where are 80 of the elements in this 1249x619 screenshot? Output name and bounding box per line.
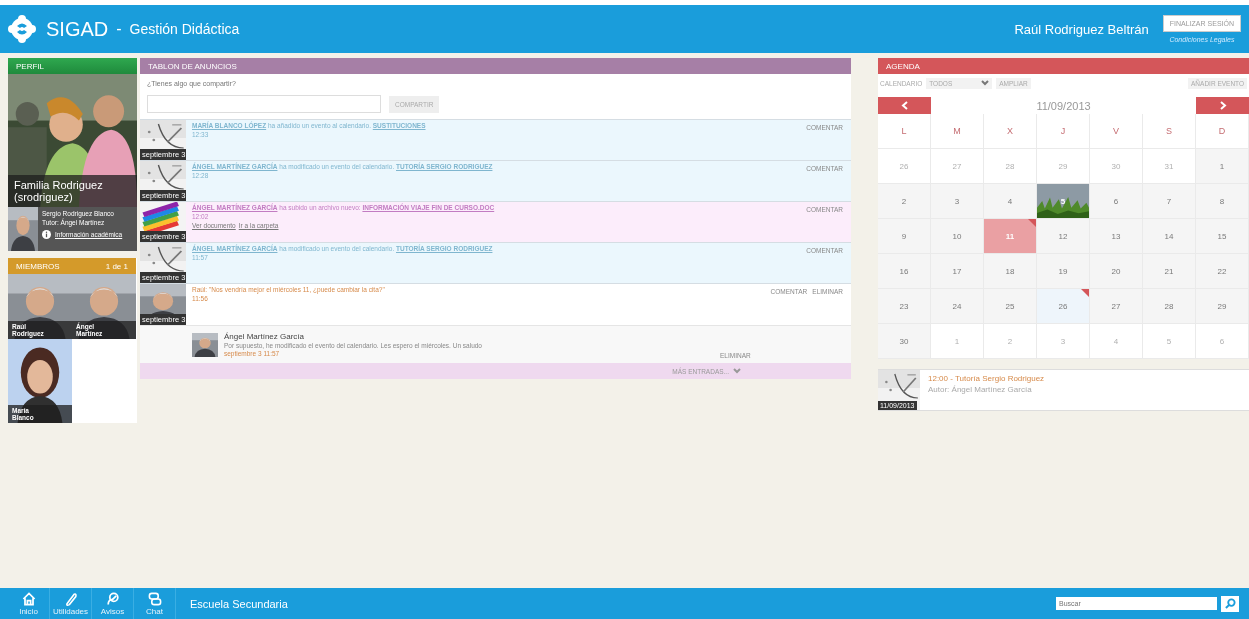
day-cell[interactable]: 4 xyxy=(1090,324,1143,359)
day-cell[interactable]: 14 xyxy=(1143,219,1196,254)
event-title: 12:00 - Tutoría Sergio Rodriguez xyxy=(928,374,1045,383)
day-cell[interactable]: 4 xyxy=(984,184,1037,219)
logo-icon xyxy=(8,15,36,43)
info-icon xyxy=(42,230,51,239)
weekday-label: L xyxy=(878,114,931,149)
nav-button[interactable]: Utilidades xyxy=(50,588,92,619)
day-cell[interactable]: 2 xyxy=(984,324,1037,359)
day-cell[interactable]: 11 xyxy=(984,219,1037,254)
chat-icon xyxy=(146,591,163,607)
page-count: 1 de 1 xyxy=(105,261,128,271)
day-cell[interactable]: 1 xyxy=(931,324,984,359)
day-cell[interactable]: 8 xyxy=(1196,184,1249,219)
day-cell[interactable]: 1 xyxy=(1196,149,1249,184)
title-separator: - xyxy=(116,20,122,38)
day-cell[interactable]: 17 xyxy=(931,254,984,289)
day-cell[interactable]: 9 xyxy=(878,219,931,254)
weekday-label: J xyxy=(1037,114,1090,149)
panel-title: MIEMBROS xyxy=(16,261,60,271)
day-cell[interactable]: 23 xyxy=(878,289,931,324)
day-cell[interactable]: 3 xyxy=(931,184,984,219)
user-name: Raúl Rodriguez Beltrán xyxy=(1014,21,1149,37)
weekday-label: S xyxy=(1143,114,1196,149)
home-icon xyxy=(20,591,37,607)
day-cell[interactable]: 10 xyxy=(931,219,984,254)
day-cell[interactable]: 27 xyxy=(931,149,984,184)
weekday-label: M xyxy=(931,114,984,149)
day-cell[interactable]: 13 xyxy=(1090,219,1143,254)
panel-title: TABLON DE ANUNCIOS xyxy=(148,61,237,71)
day-cell[interactable]: 5 xyxy=(1037,184,1090,219)
day-cell[interactable]: 30 xyxy=(1090,149,1143,184)
next-button[interactable] xyxy=(1196,97,1249,114)
app-subtitle: Gestión Didáctica xyxy=(129,21,240,37)
nav-button[interactable]: Avisos xyxy=(92,588,134,619)
weekday-label: X xyxy=(984,114,1037,149)
day-cell[interactable]: 15 xyxy=(1196,219,1249,254)
day-cell[interactable]: 27 xyxy=(1090,289,1143,324)
day-cell[interactable]: 3 xyxy=(1037,324,1090,359)
day-cell[interactable]: 7 xyxy=(1143,184,1196,219)
current-date: 11/09/2013 xyxy=(1035,99,1092,112)
panel-title: AGENDA xyxy=(886,61,920,71)
day-cell[interactable]: 16 xyxy=(878,254,931,289)
day-cell[interactable]: 25 xyxy=(984,289,1037,324)
day-cell[interactable]: 22 xyxy=(1196,254,1249,289)
day-cell[interactable]: 28 xyxy=(1143,289,1196,324)
weekday-label: V xyxy=(1090,114,1143,149)
search-icon xyxy=(1224,598,1236,609)
day-cell[interactable]: 29 xyxy=(1196,289,1249,324)
app-name: SIGAD xyxy=(46,17,109,41)
day-cell[interactable]: 28 xyxy=(984,149,1037,184)
day-cell[interactable]: 19 xyxy=(1037,254,1090,289)
day-cell[interactable]: 18 xyxy=(984,254,1037,289)
day-cell[interactable]: 24 xyxy=(931,289,984,324)
day-cell[interactable]: 26 xyxy=(1037,289,1090,324)
day-cell[interactable]: 20 xyxy=(1090,254,1143,289)
next-icon xyxy=(1218,101,1227,110)
previous-icon xyxy=(900,101,909,110)
day-cell[interactable]: 29 xyxy=(1037,149,1090,184)
day-cell[interactable]: 6 xyxy=(1090,184,1143,219)
day-cell[interactable]: 2 xyxy=(878,184,931,219)
day-cell[interactable]: 21 xyxy=(1143,254,1196,289)
day-cell[interactable]: 6 xyxy=(1196,324,1249,359)
nav-button[interactable]: Chat xyxy=(134,588,176,619)
nav-button[interactable]: Inicio xyxy=(8,588,50,619)
day-cell[interactable]: 5 xyxy=(1143,324,1196,359)
event-author: Autor: Ángel Martínez García xyxy=(928,385,1033,394)
reply-author: Ángel Martínez García xyxy=(224,332,306,341)
weekday-label: D xyxy=(1196,114,1249,149)
search-button[interactable] xyxy=(1221,595,1239,612)
day-cell[interactable]: 31 xyxy=(1143,149,1196,184)
previous-button[interactable] xyxy=(878,97,931,114)
share-field[interactable] xyxy=(147,95,381,113)
chevron-icon xyxy=(733,368,741,374)
day-cell[interactable]: 12 xyxy=(1037,219,1090,254)
panel-title: PERFIL xyxy=(16,61,44,71)
chevron-icon xyxy=(981,80,990,86)
school-name: Escuela Secundaria xyxy=(190,597,288,610)
day-cell[interactable]: 26 xyxy=(878,149,931,184)
day-cell[interactable]: 30 xyxy=(878,324,931,359)
